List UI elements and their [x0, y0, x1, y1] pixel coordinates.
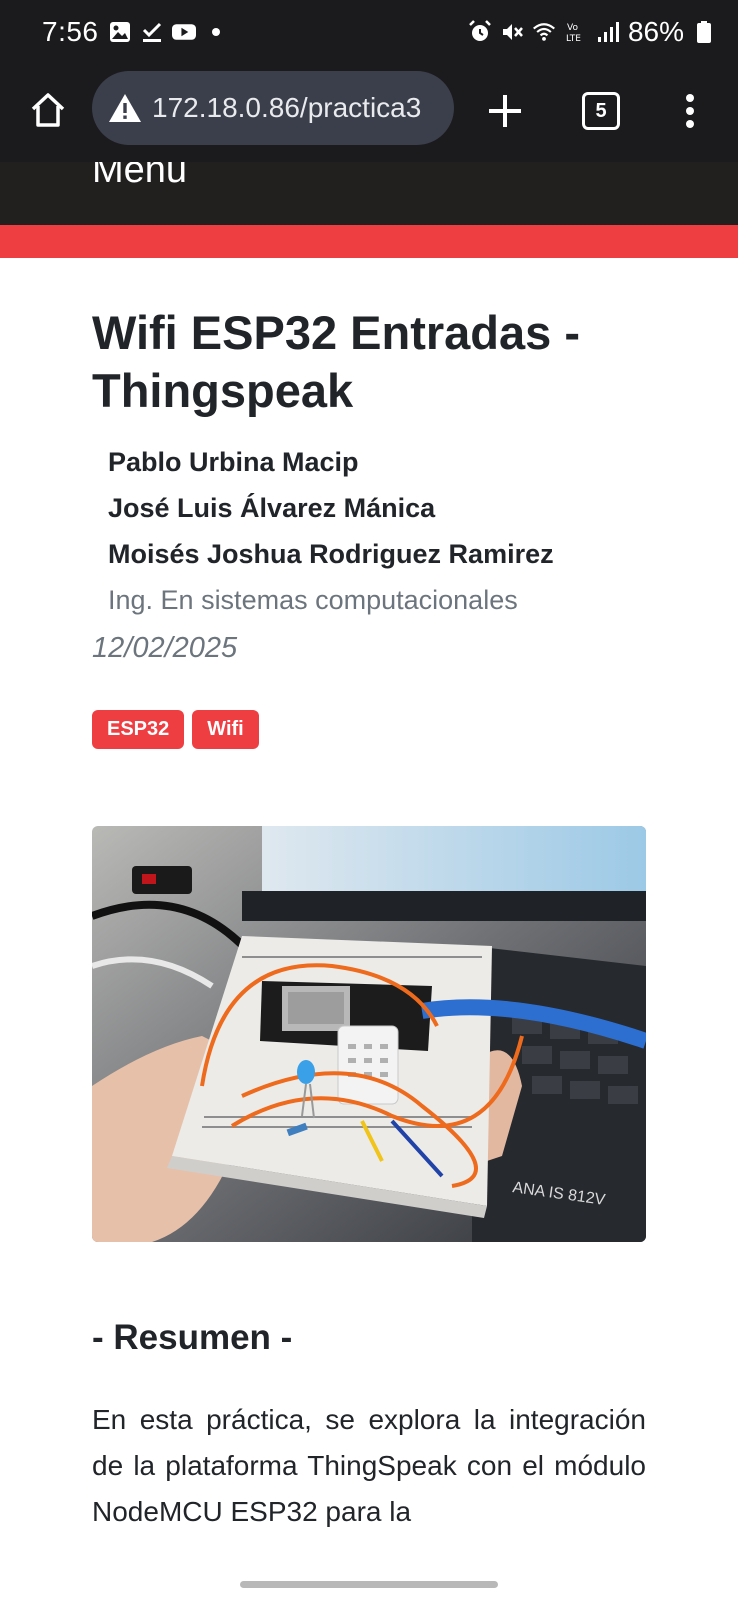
youtube-icon — [172, 20, 196, 44]
wifi-icon — [532, 20, 556, 44]
menu-toggle[interactable]: Menu — [92, 162, 187, 192]
plus-icon — [489, 95, 521, 127]
tab-switcher-button[interactable]: 5 — [582, 92, 620, 130]
breadboard-photo: ANA IS 812V — [92, 826, 646, 1242]
tag-esp32[interactable]: ESP32 — [92, 710, 185, 749]
accent-bar — [0, 225, 738, 258]
warning-icon[interactable] — [108, 92, 142, 124]
checkmark-icon — [140, 20, 164, 44]
more-vert-icon — [686, 94, 694, 128]
gallery-icon — [108, 20, 132, 44]
system-icons: Vo LTE 86% — [468, 16, 716, 48]
battery-icon — [692, 20, 716, 44]
notification-icons — [108, 20, 228, 44]
mute-icon — [500, 20, 524, 44]
section-title: - Resumen - — [92, 1318, 293, 1357]
publish-date: 12/02/2025 — [92, 632, 238, 664]
battery-percent: 86% — [627, 16, 684, 47]
author-name: José Luis Álvarez Mánica — [108, 493, 436, 523]
gesture-bar[interactable] — [240, 1581, 498, 1588]
more-menu-button[interactable] — [680, 90, 700, 132]
svg-text:LTE: LTE — [566, 34, 581, 44]
summary-paragraph: En esta práctica, se explora la integrac… — [92, 1404, 646, 1527]
page-title: Wifi ESP32 Entradas - Thingspeak — [92, 306, 580, 417]
signal-icon — [596, 20, 620, 44]
author-name: Pablo Urbina Macip — [108, 447, 359, 477]
status-time: 7:56 — [42, 16, 99, 47]
svg-text:Vo: Vo — [567, 23, 578, 33]
tag-list: ESP32 Wifi — [92, 710, 259, 749]
new-tab-button[interactable] — [484, 90, 526, 132]
tag-wifi[interactable]: Wifi — [192, 710, 259, 749]
url-text[interactable]: 172.18.0.86/practica3 — [152, 92, 421, 124]
volte-icon: Vo LTE — [564, 20, 588, 44]
career-label: Ing. En sistemas computacionales — [108, 585, 518, 615]
address-bar[interactable]: 172.18.0.86/practica3 — [92, 71, 454, 145]
browser-toolbar: 172.18.0.86/practica3 5 — [0, 68, 738, 163]
home-icon — [31, 93, 65, 127]
article-photo: ANA IS 812V — [92, 826, 646, 1242]
status-bar: 7:56 Vo LTE 86% — [0, 0, 738, 68]
site-navbar: Menu — [0, 162, 738, 225]
home-button[interactable] — [26, 88, 70, 132]
authors-block: Pablo Urbina Macip José Luis Álvarez Mán… — [108, 439, 648, 623]
alarm-icon — [468, 20, 492, 44]
tab-count: 5 — [595, 99, 607, 122]
dot-icon — [204, 20, 228, 44]
author-name: Moisés Joshua Rodriguez Ramirez — [108, 539, 554, 569]
